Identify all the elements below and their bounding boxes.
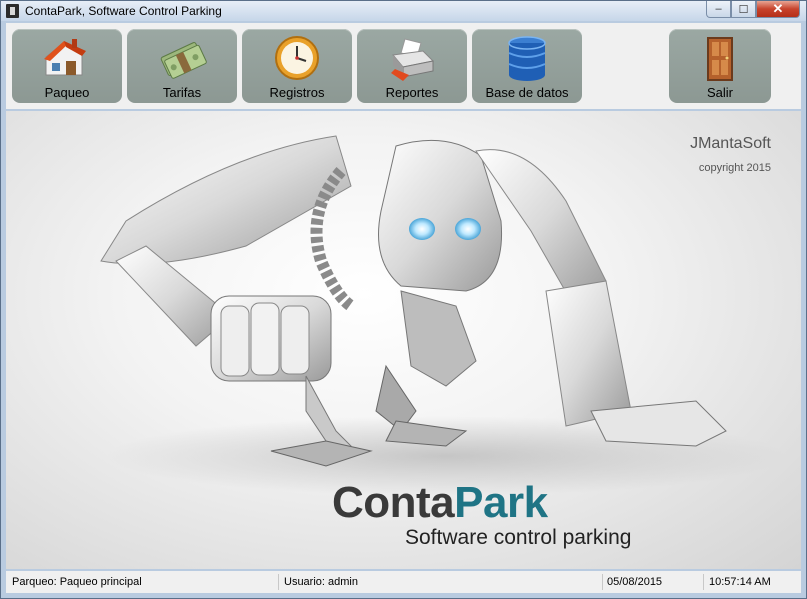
status-separator xyxy=(602,574,603,590)
logo-park: Park xyxy=(454,478,548,527)
house-icon xyxy=(44,39,86,76)
company-name: JMantaSoft xyxy=(690,135,771,152)
product-logo: ContaPark xyxy=(332,478,548,528)
parqueo-button[interactable]: Paqueo xyxy=(12,29,122,103)
door-icon xyxy=(707,37,733,81)
base-datos-label: Base de datos xyxy=(485,85,569,100)
close-button[interactable]: ✕ xyxy=(756,1,800,18)
tagline: Software control parking xyxy=(405,526,632,549)
window-controls: ‒ ☐ ✕ xyxy=(706,1,800,18)
parqueo-label: Paqueo xyxy=(44,85,90,100)
database-icon xyxy=(508,36,546,81)
status-separator xyxy=(703,574,704,590)
title-bar[interactable]: ContaPark, Software Control Parking ‒ ☐ … xyxy=(1,1,806,21)
status-separator xyxy=(278,574,279,590)
money-icon xyxy=(160,42,207,79)
main-window: ContaPark, Software Control Parking ‒ ☐ … xyxy=(0,0,807,599)
status-date: 05/08/2015 xyxy=(607,576,663,588)
copyright-text: copyright 2015 xyxy=(698,162,771,174)
tarifas-label: Tarifas xyxy=(162,85,202,100)
minimize-button[interactable]: ‒ xyxy=(706,1,731,18)
status-bar: Parqueo: Paqueo principal Usuario: admin… xyxy=(6,571,801,593)
reportes-label: Reportes xyxy=(385,85,439,100)
registros-button[interactable]: Registros xyxy=(242,29,352,103)
splash-panel: JMantaSoft copyright 2015 ContaPark Soft… xyxy=(6,111,801,569)
status-time: 10:57:14 AM xyxy=(709,576,771,588)
maximize-button[interactable]: ☐ xyxy=(731,1,756,18)
logo-conta: Conta xyxy=(332,478,455,527)
app-icon[interactable] xyxy=(6,4,19,18)
salir-button[interactable]: Salir xyxy=(669,29,771,103)
clock-icon xyxy=(275,36,319,80)
status-parqueo: Parqueo: Paqueo principal xyxy=(12,576,142,588)
salir-label: Salir xyxy=(706,85,733,100)
toolbar: Paqueo Tarifas Registros Reportes Base d… xyxy=(6,23,801,109)
registros-label: Registros xyxy=(269,85,325,100)
tarifas-button[interactable]: Tarifas xyxy=(127,29,237,103)
printer-icon xyxy=(391,38,435,81)
status-usuario: Usuario: admin xyxy=(284,576,358,588)
window-title: ContaPark, Software Control Parking xyxy=(25,4,222,18)
base-datos-button[interactable]: Base de datos xyxy=(472,29,582,103)
reportes-button[interactable]: Reportes xyxy=(357,29,467,103)
